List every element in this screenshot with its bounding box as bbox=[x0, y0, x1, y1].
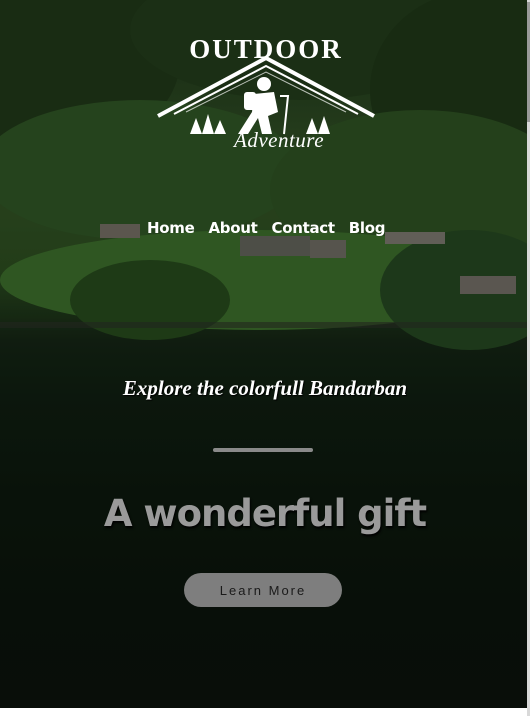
hero-section: OUTDOOR Adventure Home About Contact Blo… bbox=[0, 0, 530, 708]
hero-divider bbox=[213, 448, 313, 452]
page-bottom-edge bbox=[0, 708, 530, 716]
hero-headline: A wonderful gift bbox=[103, 492, 427, 535]
logo-bottom-text: Adventure bbox=[234, 128, 325, 152]
nav-home-link[interactable]: Home bbox=[147, 219, 195, 237]
nav-contact-link[interactable]: Contact bbox=[271, 219, 335, 237]
learn-more-button[interactable]: Learn More bbox=[184, 573, 342, 607]
site-logo[interactable]: OUTDOOR Adventure bbox=[150, 34, 382, 152]
main-nav: Home About Contact Blog bbox=[147, 219, 385, 237]
nav-blog-link[interactable]: Blog bbox=[349, 219, 386, 237]
tent-hiker-logo-icon bbox=[157, 55, 375, 135]
hero-tagline: Explore the colorfull Bandarban bbox=[122, 376, 408, 400]
nav-about-link[interactable]: About bbox=[208, 219, 257, 237]
